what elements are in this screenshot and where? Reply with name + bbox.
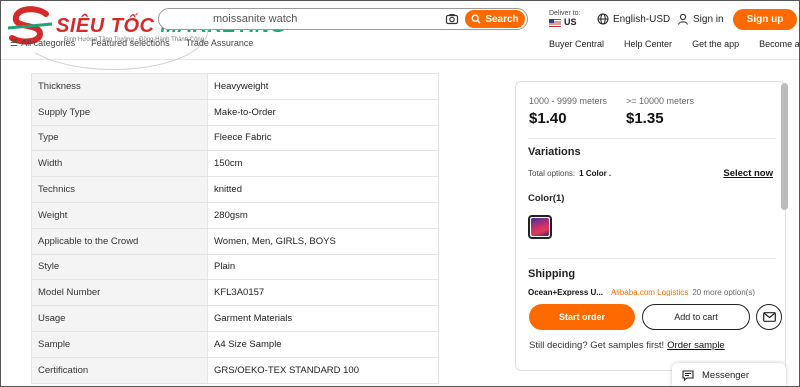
- tier-quantity: >= 10000 meters: [626, 96, 695, 106]
- shipping-option[interactable]: Ocean+Express U... Alibaba.com Logistics 2…: [528, 288, 776, 296]
- attribute-value: GRS/OEKO-TEX STANDARD 100: [207, 356, 439, 384]
- panel-scrollbar[interactable]: [781, 83, 788, 210]
- tier-price: $1.40: [529, 110, 567, 127]
- table-row: Technics knitted: [31, 176, 439, 203]
- globe-icon: [597, 13, 609, 25]
- attribute-name: Applicable to the Crowd: [31, 227, 208, 255]
- attribute-value: 280gsm: [207, 201, 439, 229]
- price-tier: >= 10000 meters $1.35: [626, 96, 694, 127]
- attribute-name: Thickness: [31, 73, 208, 100]
- table-row: Thickness Heavyweight: [31, 73, 439, 100]
- messenger-label: Messenger: [702, 369, 749, 381]
- messenger-widget[interactable]: Messenger: [672, 363, 786, 387]
- attribute-value: A4 Size Sample: [207, 330, 439, 358]
- attribute-value: Heavyweight: [207, 73, 439, 100]
- get-app-link[interactable]: Get the app: [692, 39, 739, 49]
- camera-icon[interactable]: [445, 12, 459, 26]
- deliver-country: US: [564, 17, 577, 27]
- shipping-title: Shipping: [528, 268, 576, 280]
- top-header: SIÊU TỐC MARKETING Định Hướng Tăng Trưởn…: [0, 0, 800, 70]
- attribute-value: KFL3A0157: [207, 279, 439, 307]
- divider: [528, 138, 776, 139]
- table-row: Certification GRS/OEKO-TEX STANDARD 100: [31, 356, 439, 384]
- attribute-name: Width: [31, 150, 208, 178]
- table-row: Model Number KFL3A0157: [31, 279, 439, 307]
- divider: [528, 258, 776, 259]
- search-input[interactable]: moissanite watch: [213, 13, 297, 25]
- message-supplier-button[interactable]: [756, 304, 782, 330]
- attribute-value: Make-to-Order: [207, 98, 439, 126]
- table-row: Usage Garment Materials: [31, 305, 439, 332]
- attribute-name: Type: [31, 124, 208, 152]
- attribute-name: Usage: [31, 305, 208, 332]
- attribute-name: Certification: [31, 356, 208, 384]
- table-row: Weight 280gsm: [31, 201, 439, 229]
- attribute-value: Women, Men, GIRLS, BOYS: [207, 227, 439, 255]
- deliver-to[interactable]: Deliver to: US: [549, 9, 581, 27]
- all-categories-menu[interactable]: ☰ All categories: [10, 38, 75, 49]
- attribute-name: Style: [31, 253, 208, 281]
- featured-selections-link[interactable]: Featured selections: [91, 38, 170, 49]
- table-row: Width 150cm: [31, 150, 439, 178]
- utility-nav: Buyer Central Help Center Get the app Be…: [549, 39, 800, 49]
- menu-icon: ☰: [10, 38, 19, 48]
- attribute-value: Garment Materials: [207, 305, 439, 332]
- search-bar[interactable]: moissanite watch Search: [158, 8, 528, 30]
- language-selector[interactable]: English-USD: [597, 13, 670, 25]
- color-label: Color(1): [528, 193, 565, 204]
- table-row: Sample A4 Size Sample: [31, 330, 439, 358]
- start-order-button[interactable]: Start order: [529, 304, 635, 330]
- attribute-value: 150cm: [207, 150, 439, 178]
- attribute-name: Weight: [31, 201, 208, 229]
- price-tier: 1000 - 9999 meters $1.40: [529, 96, 607, 127]
- envelope-icon: [762, 312, 776, 322]
- tier-price: $1.35: [626, 110, 664, 127]
- category-nav: ☰ All categories Featured selections Trad…: [10, 38, 253, 49]
- buyer-central-link[interactable]: Buyer Central: [549, 39, 604, 49]
- attribute-value: Plain: [207, 253, 439, 281]
- trade-assurance-link[interactable]: Trade Assurance: [186, 38, 254, 49]
- user-icon: [678, 13, 688, 25]
- product-attributes-table: Thickness Heavyweight Supply Type Make-to-O…: [31, 73, 439, 384]
- tier-quantity: 1000 - 9999 meters: [529, 96, 608, 106]
- samples-note: Still deciding? Get samples first! Order …: [529, 340, 725, 351]
- table-row: Applicable to the Crowd Women, Men, GIRLS…: [31, 227, 439, 255]
- attribute-name: Supply Type: [31, 98, 208, 126]
- add-to-cart-button[interactable]: Add to cart: [642, 304, 750, 330]
- color-swatch[interactable]: [528, 215, 552, 239]
- sign-in-link[interactable]: Sign in: [677, 13, 724, 25]
- select-now-link[interactable]: Select now: [723, 168, 773, 179]
- table-row: Style Plain: [31, 253, 439, 281]
- attribute-name: Technics: [31, 176, 208, 203]
- variations-title: Variations: [528, 146, 581, 158]
- attribute-value: Fleece Fabric: [207, 124, 439, 152]
- sign-up-button[interactable]: Sign up: [733, 9, 797, 30]
- search-button[interactable]: Search: [465, 10, 525, 28]
- total-options: Total options: 1 Color .: [528, 169, 612, 178]
- order-sample-link[interactable]: Order sample: [667, 340, 725, 351]
- attribute-name: Model Number: [31, 279, 208, 307]
- become-supplier-link[interactable]: Become a supplier: [759, 39, 800, 49]
- us-flag-icon: [549, 18, 561, 27]
- table-row: Supply Type Make-to-Order: [31, 98, 439, 126]
- sign-in-label: Sign in: [693, 13, 724, 25]
- help-center-link[interactable]: Help Center: [624, 39, 672, 49]
- attribute-value: knitted: [207, 176, 439, 203]
- order-panel: 1000 - 9999 meters $1.40 >= 10000 meters…: [515, 81, 786, 371]
- attribute-name: Sample: [31, 330, 208, 358]
- language-label: English-USD: [613, 13, 671, 25]
- table-row: Type Fleece Fabric: [31, 124, 439, 152]
- chat-icon: [682, 369, 694, 381]
- search-icon: [471, 14, 481, 24]
